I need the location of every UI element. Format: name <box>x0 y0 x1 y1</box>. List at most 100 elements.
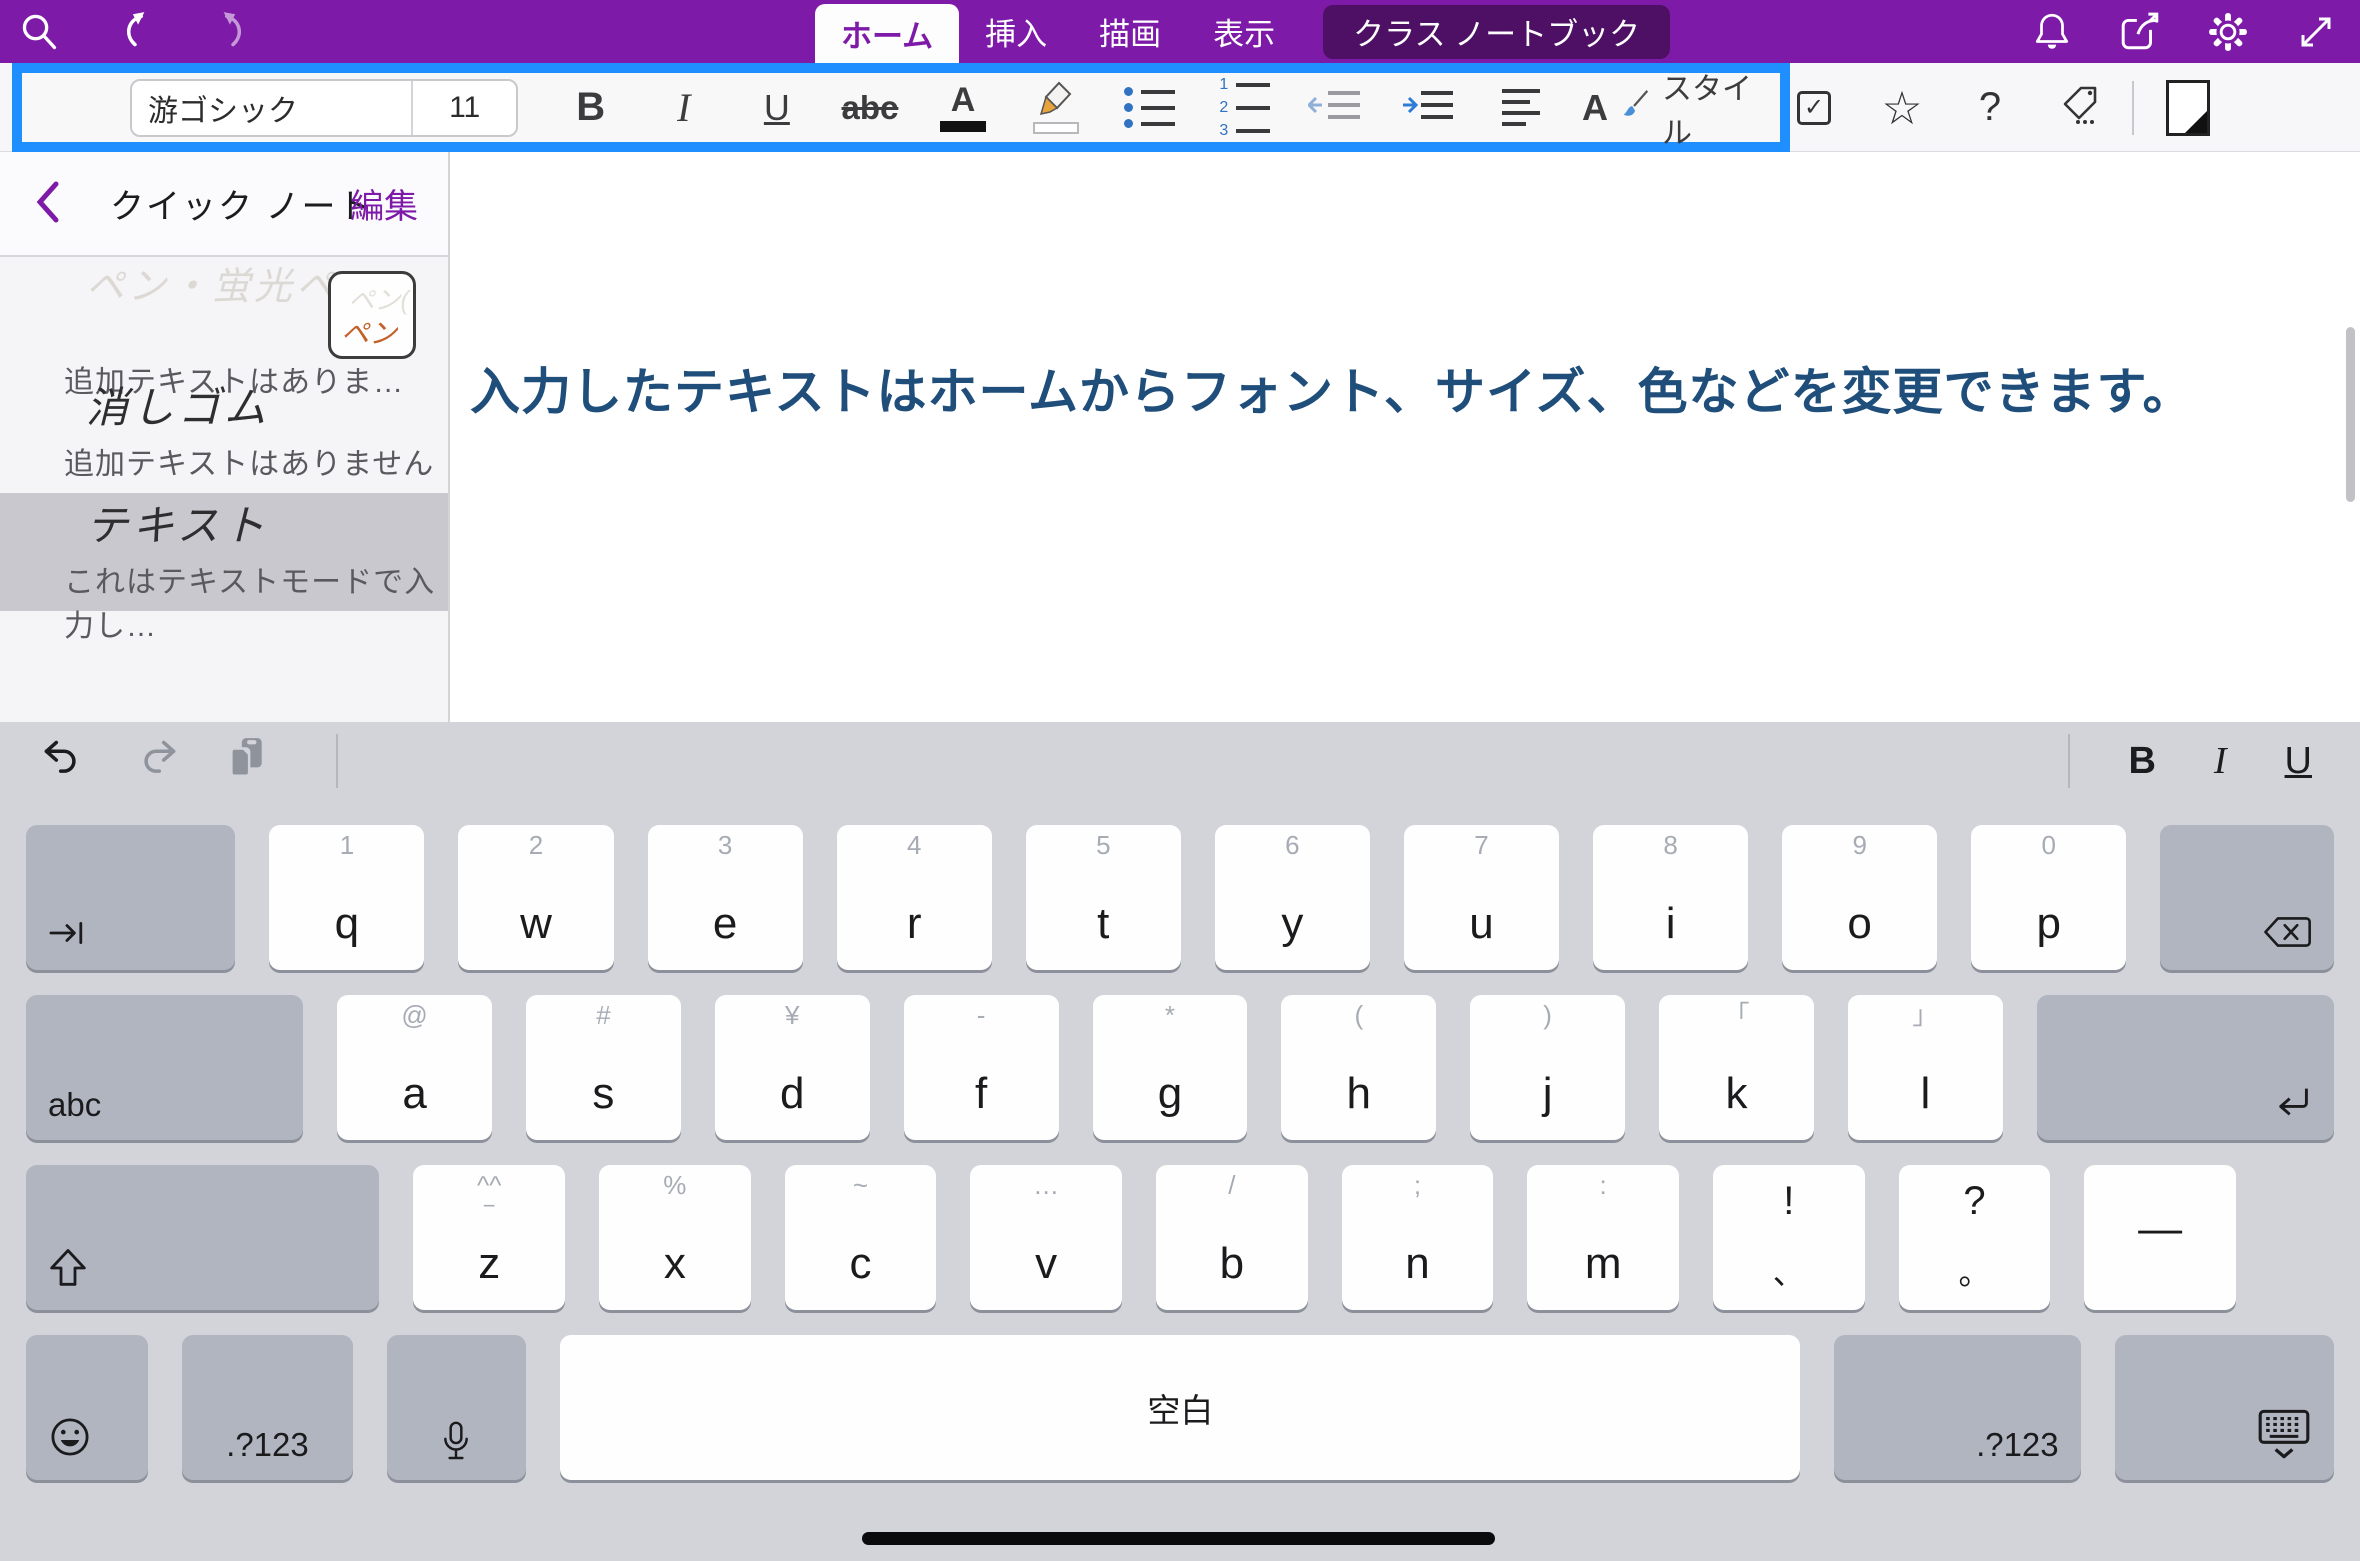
font-name-picker[interactable]: 游ゴシック <box>132 86 411 130</box>
page-panel-button[interactable] <box>2144 80 2232 136</box>
key-j[interactable]: )j <box>1470 995 1625 1140</box>
numbers-key-right[interactable]: .?123 <box>1834 1335 2080 1480</box>
edit-button[interactable]: 編集 <box>350 179 418 228</box>
bell-icon[interactable] <box>2030 10 2074 54</box>
redo-icon[interactable] <box>210 10 254 54</box>
key-sublabel: ¥ <box>715 1004 870 1027</box>
key-z[interactable]: ^^−z <box>413 1165 565 1310</box>
key-i[interactable]: 8i <box>1593 825 1748 970</box>
key-v[interactable]: …v <box>970 1165 1122 1310</box>
canvas-scrollbar[interactable] <box>2346 327 2355 502</box>
page-list-item-selected[interactable]: テキスト これはテキストモードで入力し… <box>0 493 448 611</box>
font-size-picker[interactable]: 11 <box>411 81 516 135</box>
dismiss-keyboard-key[interactable] <box>2115 1335 2334 1480</box>
key-main-label: x <box>599 1242 751 1286</box>
undo-icon[interactable] <box>114 10 158 54</box>
tab-key[interactable] <box>26 825 235 970</box>
font-color-button[interactable]: A <box>916 83 1009 132</box>
key-u[interactable]: 7u <box>1404 825 1559 970</box>
key-q[interactable]: 1q <box>269 825 424 970</box>
key-main-label: ? <box>1899 1181 2051 1221</box>
home-indicator[interactable] <box>862 1532 1495 1545</box>
abc-key[interactable]: abc <box>26 995 303 1140</box>
key-sublabel: 0 <box>1971 834 2126 857</box>
highlighter-button[interactable] <box>1010 81 1103 134</box>
page-list-item[interactable]: ペン・蛍光ペン 追加テキストはありま… ペン( ペン <box>0 257 448 375</box>
key-s[interactable]: #s <box>526 995 681 1140</box>
key-main-label: — <box>2084 1207 2236 1251</box>
formatting-toolbar: 游ゴシック 11 B I U abc A <box>0 63 2360 152</box>
redo-icon[interactable] <box>134 739 178 784</box>
styles-letter: A <box>1582 87 1608 129</box>
question-key[interactable]: ?。 <box>1899 1165 2051 1310</box>
tab-draw[interactable]: 描画 <box>1073 0 1187 63</box>
search-icon[interactable] <box>18 10 62 54</box>
key-g[interactable]: *g <box>1093 995 1248 1140</box>
key-main-label: r <box>837 902 992 946</box>
tag-button[interactable] <box>2034 84 2122 131</box>
key-t[interactable]: 5t <box>1026 825 1181 970</box>
key-x[interactable]: %x <box>599 1165 751 1310</box>
space-key[interactable]: 空白 <box>560 1335 1800 1480</box>
settings-icon[interactable] <box>2206 10 2250 54</box>
key-d[interactable]: ¥d <box>715 995 870 1140</box>
key-f[interactable]: -f <box>904 995 1059 1140</box>
key-n[interactable]: ;n <box>1342 1165 1494 1310</box>
dictation-key[interactable] <box>387 1335 527 1480</box>
numbers-key-left[interactable]: .?123 <box>182 1335 352 1480</box>
undo-icon[interactable] <box>42 739 86 784</box>
share-icon[interactable] <box>2118 10 2162 54</box>
bold-button[interactable]: B <box>544 85 637 130</box>
tab-class-notebook[interactable]: クラス ノートブック <box>1323 5 1670 59</box>
key-r[interactable]: 4r <box>837 825 992 970</box>
return-key[interactable] <box>2037 995 2334 1140</box>
back-button[interactable] <box>34 180 60 229</box>
key-main-label: i <box>1593 902 1748 946</box>
page-list-sidebar: クイック ノート 編集 ペン・蛍光ペン 追加テキストはありま… ペン( ペン 消… <box>0 152 450 722</box>
key-a[interactable]: @a <box>337 995 492 1140</box>
strikethrough-button[interactable]: abc <box>823 89 916 127</box>
key-b[interactable]: /b <box>1156 1165 1308 1310</box>
numbered-list-button[interactable]: 1 2 3 <box>1196 77 1289 139</box>
note-canvas[interactable]: 入力したテキストはホームからフォント、サイズ、色などを変更できます。 <box>450 152 2360 722</box>
indent-button[interactable] <box>1382 85 1475 130</box>
key-h[interactable]: (h <box>1281 995 1436 1140</box>
alignment-button[interactable] <box>1475 89 1568 126</box>
tab-home[interactable]: ホーム <box>815 4 959 63</box>
underline-button[interactable]: U <box>730 87 823 129</box>
emoji-key[interactable] <box>26 1335 148 1480</box>
backspace-key[interactable] <box>2160 825 2334 970</box>
key-e[interactable]: 3e <box>648 825 803 970</box>
dash-key[interactable]: — <box>2084 1165 2236 1310</box>
exclamation-key[interactable]: !、 <box>1713 1165 1865 1310</box>
page-list-item[interactable]: 消しゴム 追加テキストはありません <box>0 375 448 493</box>
key-m[interactable]: :m <box>1527 1165 1679 1310</box>
key-c[interactable]: ~c <box>785 1165 937 1310</box>
key-l[interactable]: 」l <box>1848 995 2003 1140</box>
tab-view[interactable]: 表示 <box>1187 0 1301 63</box>
key-y[interactable]: 6y <box>1215 825 1370 970</box>
tab-insert[interactable]: 挿入 <box>959 0 1073 63</box>
ribbon-tabs: ホーム 挿入 描画 表示 クラス ノートブック <box>815 0 1670 63</box>
styles-button[interactable]: A スタイル <box>1582 64 1780 152</box>
key-w[interactable]: 2w <box>458 825 613 970</box>
italic-button[interactable]: I <box>637 84 730 131</box>
key-o[interactable]: 9o <box>1782 825 1937 970</box>
key-main-label: w <box>458 902 613 946</box>
outdent-button[interactable] <box>1289 85 1382 130</box>
bold-button[interactable]: B <box>2128 740 2155 783</box>
paste-icon[interactable] <box>226 736 266 787</box>
bulleted-list-button[interactable] <box>1103 87 1196 128</box>
todo-tag-button[interactable]: ✓ <box>1770 91 1858 125</box>
underline-button[interactable]: U <box>2285 740 2312 783</box>
important-tag-button[interactable]: ☆ <box>1858 81 1946 135</box>
note-text[interactable]: 入力したテキストはホームからフォント、サイズ、色などを変更できます。 <box>470 352 2194 424</box>
expand-icon[interactable] <box>2294 10 2338 54</box>
question-tag-button[interactable]: ? <box>1946 85 2034 130</box>
shortcut-bar-divider <box>336 734 338 788</box>
italic-button[interactable]: I <box>2214 739 2227 783</box>
key-p[interactable]: 0p <box>1971 825 2126 970</box>
key-main-label: p <box>1971 902 2126 946</box>
shift-key[interactable] <box>26 1165 379 1310</box>
key-k[interactable]: 「k <box>1659 995 1814 1140</box>
